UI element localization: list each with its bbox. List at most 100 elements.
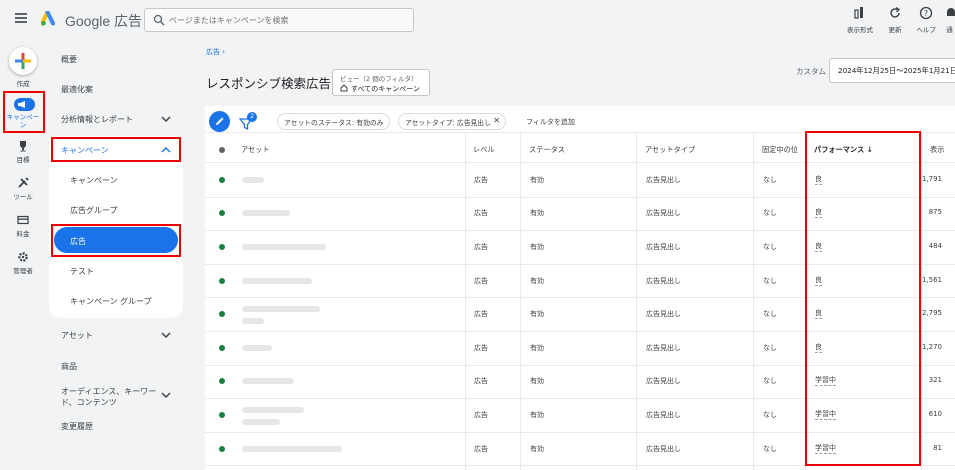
plus-icon — [15, 53, 31, 69]
asset-text-redacted — [242, 210, 290, 217]
toolbar-notifications[interactable]: 通 — [944, 6, 955, 34]
column-header-status[interactable]: ステータス — [529, 145, 565, 155]
status-dot — [219, 244, 225, 250]
cell-pinned: なし — [763, 444, 777, 453]
cell-status: 有効 — [530, 276, 544, 285]
highlight-box — [805, 131, 921, 466]
rail-goals[interactable]: 目標 — [6, 140, 40, 164]
google-ads-logo-icon — [41, 11, 55, 26]
status-dot — [219, 176, 225, 183]
nav-sub-campaign-groups[interactable]: キャンペーン グループ — [70, 296, 152, 307]
rail-label: ツール — [13, 193, 33, 201]
refresh-icon — [890, 6, 901, 18]
cell-asset-type: 広告見出し — [646, 343, 681, 352]
nav-change-history[interactable]: 変更履歴 — [61, 421, 93, 432]
asset-text-redacted — [242, 318, 264, 325]
nav-sub-ads[interactable]: 広告 — [70, 236, 86, 247]
toolbar-label: 更新 — [888, 26, 902, 34]
nav-insights[interactable]: 分析情報とレポート — [61, 114, 133, 125]
nav-sub-experiments[interactable]: テスト — [70, 266, 94, 277]
filter-chip-type[interactable]: アセットタイプ: 広告見出し ✕ — [398, 113, 506, 130]
toolbar-label: 表示形式 — [847, 26, 873, 34]
close-icon[interactable]: ✕ — [493, 116, 500, 125]
filter-button[interactable]: 2 — [239, 112, 257, 131]
create-label: 作成 — [16, 80, 30, 88]
rail-label: 目標 — [16, 156, 30, 164]
rail-tools[interactable]: ツール — [6, 177, 40, 201]
chevron-down-icon[interactable] — [161, 116, 171, 122]
cell-pinned: なし — [763, 377, 777, 386]
help-icon: ? — [919, 6, 933, 20]
cell-status: 有効 — [530, 209, 544, 218]
edit-button[interactable] — [209, 111, 230, 132]
view-label: ビュー（2 個のフィルタ） — [340, 75, 418, 83]
rail-label: 料金 — [16, 230, 30, 238]
status-dot — [219, 277, 225, 284]
filter-count-badge: 2 — [247, 112, 257, 122]
search-box[interactable] — [144, 8, 414, 32]
column-header-pinned[interactable]: 固定中の位 — [762, 145, 798, 155]
rail-campaigns-label[interactable]: キャンペーン — [6, 113, 40, 129]
cell-level: 広告 — [474, 411, 488, 419]
chevron-up-icon[interactable] — [161, 147, 171, 153]
cell-pinned: なし — [763, 209, 777, 218]
chevron-down-icon[interactable] — [161, 392, 171, 398]
bell-icon — [947, 8, 955, 16]
cell-asset-type: 広告見出し — [646, 444, 681, 453]
nav-audiences[interactable]: オーディエンス、キーワード、コンテンツ — [61, 386, 159, 408]
cell-level: 広告 — [474, 175, 488, 184]
nav-products[interactable]: 商品 — [61, 361, 77, 372]
status-header-icon — [219, 147, 225, 153]
cell-status: 有効 — [530, 411, 544, 419]
asset-text-redacted — [242, 306, 320, 313]
tools-icon — [18, 177, 29, 188]
create-button[interactable] — [9, 47, 37, 75]
toolbar-label: ヘルプ — [916, 26, 936, 34]
trophy-icon — [20, 141, 26, 152]
cell-asset-type: 広告見出し — [646, 411, 681, 419]
toolbar-refresh[interactable]: 更新 — [883, 6, 907, 34]
filter-chip-status[interactable]: アセットのステータス: 有効のみ — [277, 113, 391, 130]
column-header-asset-type[interactable]: アセットタイプ — [645, 145, 695, 155]
cell-level: 広告 — [474, 310, 488, 319]
pencil-icon — [216, 117, 224, 125]
asset-text-redacted — [242, 176, 264, 183]
toolbar-appearance[interactable]: 表示形式 — [845, 6, 875, 34]
gear-icon — [18, 252, 28, 262]
search-input[interactable] — [169, 12, 409, 28]
asset-text-redacted — [242, 407, 304, 413]
cell-level: 広告 — [474, 209, 488, 218]
rail-campaigns-pill[interactable] — [14, 98, 35, 111]
nav-assets[interactable]: アセット — [61, 330, 93, 341]
nav-overview[interactable]: 概要 — [61, 54, 77, 65]
column-header-asset[interactable]: アセット — [241, 145, 270, 155]
nav-sub-campaigns[interactable]: キャンペーン — [70, 175, 118, 186]
nav-recommendations[interactable]: 最適化案 — [61, 84, 93, 95]
menu-icon[interactable] — [15, 13, 27, 23]
toolbar-help[interactable]: ? ヘルプ — [914, 6, 938, 34]
status-dot — [219, 412, 225, 418]
cell-asset-type: 広告見出し — [646, 209, 681, 218]
cell-asset-type: 広告見出し — [646, 243, 681, 251]
cell-asset-type: 広告見出し — [646, 276, 681, 285]
rail-billing[interactable]: 料金 — [6, 214, 40, 238]
cell-pinned: なし — [763, 411, 777, 419]
column-header-level[interactable]: レベル — [473, 145, 495, 155]
date-custom-label: カスタム — [796, 67, 826, 76]
nav-sub-ad-groups[interactable]: 広告グループ — [70, 205, 118, 216]
credit-card-icon — [17, 215, 29, 225]
view-selector[interactable]: ビュー（2 個のフィルタ） すべてのキャンペーン — [332, 69, 430, 96]
megaphone-icon — [18, 101, 25, 108]
add-filter-button[interactable]: フィルタを追加 — [526, 117, 575, 127]
cell-status: 有効 — [530, 343, 544, 352]
chevron-down-icon[interactable] — [161, 332, 171, 338]
rail-admin[interactable]: 管理者 — [6, 251, 40, 275]
view-value: すべてのキャンペーン — [351, 85, 420, 93]
status-dot — [219, 445, 225, 452]
nav-campaigns-section[interactable]: キャンペーン — [61, 145, 109, 156]
asset-text-redacted — [242, 344, 272, 351]
column-header-impressions[interactable]: 表示 — [930, 145, 944, 155]
date-range-picker[interactable]: 2024年12月25日～2025年1月21日 — [829, 58, 955, 83]
breadcrumb[interactable]: 広告 › — [206, 47, 225, 57]
cell-pinned: なし — [763, 276, 777, 285]
